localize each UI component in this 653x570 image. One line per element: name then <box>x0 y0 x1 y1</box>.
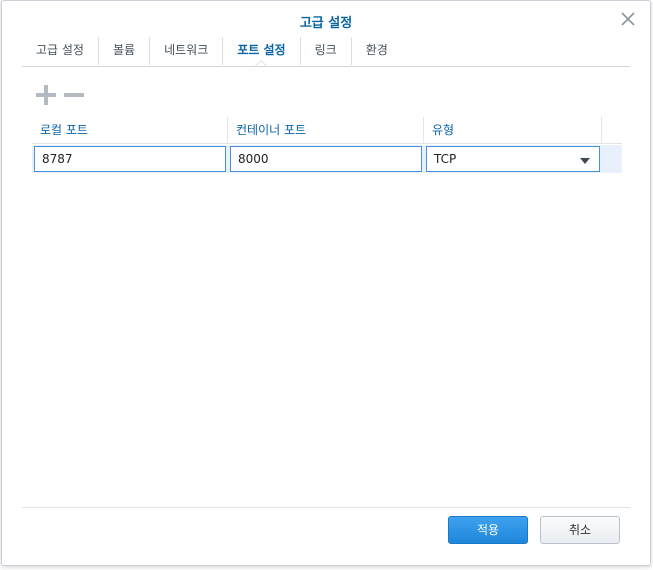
type-cell: TCP <box>424 145 602 173</box>
apply-button[interactable]: 적용 <box>448 516 528 544</box>
header-container-port[interactable]: 컨테이너 포트 <box>228 117 424 143</box>
footer-divider <box>22 507 630 508</box>
dialog-titlebar[interactable]: 고급 설정 <box>2 1 650 37</box>
tab-label: 환경 <box>365 43 388 57</box>
type-select-value: TCP <box>434 152 457 166</box>
tab-label: 고급 설정 <box>36 43 84 57</box>
chevron-down-icon[interactable] <box>580 158 590 164</box>
tab-port-settings[interactable]: 포트 설정 <box>222 37 299 66</box>
dialog-title: 고급 설정 <box>299 16 353 31</box>
close-icon[interactable] <box>620 11 636 27</box>
row-spacer <box>602 145 622 173</box>
minus-icon[interactable] <box>62 83 86 107</box>
tab-volume[interactable]: 볼륨 <box>97 37 149 65</box>
tab-label: 포트 설정 <box>237 43 286 57</box>
port-toolbar <box>34 83 86 107</box>
tab-divider <box>22 66 630 67</box>
advanced-settings-dialog: 고급 설정 고급 설정 볼륨 네트워크 포트 설정 링크 환경 로컬 포트 컨테… <box>1 0 651 566</box>
local-port-input[interactable]: 8787 <box>34 146 226 172</box>
tab-network[interactable]: 네트워크 <box>149 37 222 65</box>
tab-advanced-settings[interactable]: 고급 설정 <box>22 37 98 65</box>
header-local-port[interactable]: 로컬 포트 <box>32 117 228 143</box>
tab-label: 링크 <box>314 43 337 57</box>
container-port-cell: 8000 <box>228 145 424 173</box>
table-row[interactable]: 8787 8000 TCP <box>32 145 622 173</box>
local-port-cell: 8787 <box>32 145 228 173</box>
tab-bar: 고급 설정 볼륨 네트워크 포트 설정 링크 환경 <box>22 37 630 66</box>
tab-label: 네트워크 <box>164 43 209 57</box>
plus-icon[interactable] <box>34 83 58 107</box>
type-select[interactable]: TCP <box>426 146 600 172</box>
container-port-input[interactable]: 8000 <box>230 146 422 172</box>
header-spacer <box>602 117 622 143</box>
header-type[interactable]: 유형 <box>424 117 602 143</box>
tab-label: 볼륨 <box>112 43 136 57</box>
tab-environment[interactable]: 환경 <box>350 37 402 65</box>
table-header: 로컬 포트 컨테이너 포트 유형 <box>32 117 622 144</box>
cancel-button[interactable]: 취소 <box>540 516 620 544</box>
tab-links[interactable]: 링크 <box>299 37 351 65</box>
port-table: 로컬 포트 컨테이너 포트 유형 8787 8000 TCP <box>32 117 622 173</box>
